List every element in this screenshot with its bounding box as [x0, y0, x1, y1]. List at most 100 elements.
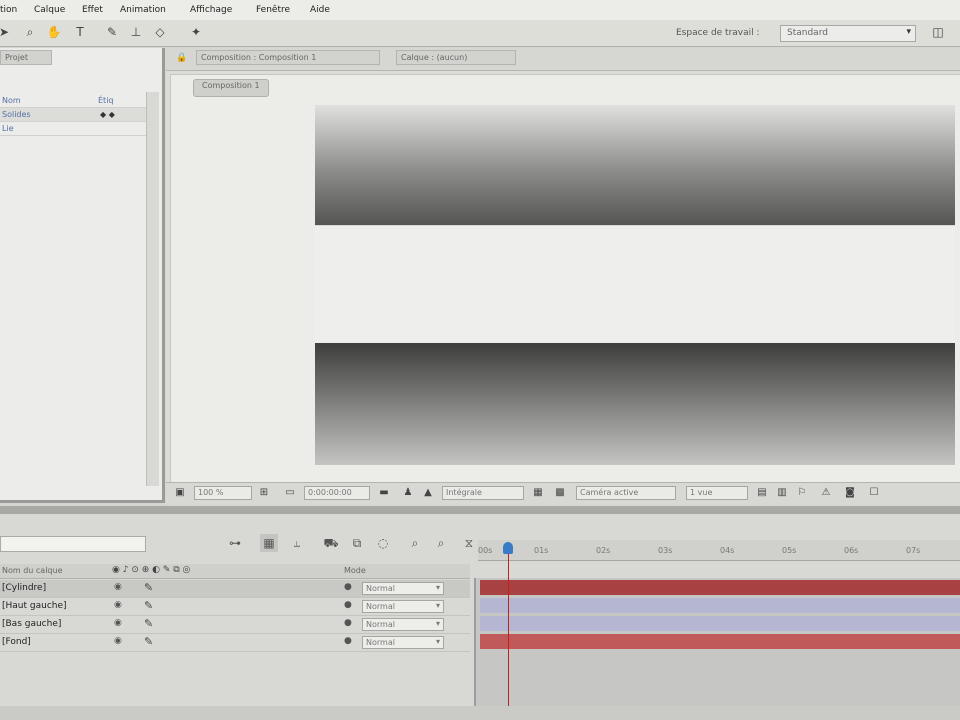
layer-solid-middle[interactable] [315, 225, 955, 344]
layer-name: [Bas gauche] [2, 619, 62, 629]
pen-icon[interactable]: ✎ [144, 635, 153, 648]
blend-mode-dropdown[interactable]: Normal ▾ [362, 636, 444, 649]
comp-breadcrumb[interactable]: Composition 1 [193, 79, 269, 97]
table-row[interactable]: [Bas gauche] ◉ ✎ ● Normal ▾ [0, 616, 470, 634]
panel-divider[interactable] [0, 506, 960, 514]
ruler-tick: 06s [844, 546, 859, 555]
puppet-icon[interactable]: ✦ [188, 24, 204, 40]
show-snapshot-icon[interactable]: ♟ [402, 487, 414, 499]
timeline-search-input[interactable] [0, 536, 146, 552]
ruler-tick: 00s [478, 546, 493, 555]
time-ruler[interactable]: 00s 01s 02s 03s 04s 05s 06s 07s [478, 540, 960, 561]
snapshot-icon[interactable]: ▬ [378, 487, 390, 499]
table-row[interactable]: [Fond] ◉ ✎ ● Normal ▾ [0, 634, 470, 652]
eraser-icon[interactable]: ◇ [152, 24, 168, 40]
mask-icon[interactable]: ▭ [284, 487, 296, 499]
render-icon[interactable]: ▤ [756, 487, 768, 499]
pen-icon[interactable]: ✎ [144, 581, 153, 594]
list-item[interactable]: Lie [0, 122, 146, 136]
menu-item-calque[interactable]: Calque [34, 5, 65, 15]
resolution-dropdown[interactable]: Intégrale [442, 486, 524, 500]
brainstorm-icon[interactable]: ⌕ [406, 534, 424, 552]
text-icon[interactable]: T [72, 24, 88, 40]
solo-icon[interactable]: ● [344, 618, 352, 628]
menu-item-aide[interactable]: Aide [310, 5, 330, 15]
workspace-dropdown[interactable]: Standard ▾ [780, 25, 916, 42]
shy-icon[interactable]: ⥿ [288, 534, 306, 552]
tools-toolbar: ➤ ⌕ ✋ T ✎ ⊥ ◇ ✦ Espace de travail : Stan… [0, 20, 960, 47]
tab-layer[interactable]: Calque : (aucun) [396, 50, 516, 65]
list-item[interactable]: Nom Étiq [0, 94, 146, 108]
timecode-display[interactable]: 0:00:00:00 [304, 486, 370, 500]
channel-icon[interactable]: ▲ [422, 487, 434, 499]
eye-icon[interactable]: ◉ [114, 636, 122, 646]
panel-menu-icon[interactable]: ◫ [930, 24, 946, 40]
pixel-aspect-icon[interactable]: ▥ [776, 487, 788, 499]
solo-icon[interactable]: ● [344, 582, 352, 592]
keyframe-icon[interactable]: ⌕ [432, 534, 450, 552]
blend-mode-dropdown[interactable]: Normal ▾ [362, 600, 444, 613]
arrow-icon[interactable]: ➤ [0, 24, 12, 40]
blend-mode-dropdown[interactable]: Normal ▾ [362, 582, 444, 595]
zoom-icon[interactable]: ⌕ [22, 24, 38, 40]
layer-name: [Fond] [2, 637, 31, 647]
region-icon[interactable]: ▦ [532, 487, 544, 499]
layer-duration-bar[interactable] [480, 616, 960, 631]
list-item[interactable]: Solides ◆ ◆ [0, 108, 146, 122]
eye-icon[interactable]: ◉ [114, 600, 122, 610]
always-preview-icon[interactable]: ▣ [174, 487, 186, 499]
project-item-name: Lie [2, 124, 14, 133]
chevron-down-icon: ▾ [435, 619, 440, 628]
fast-preview-icon[interactable]: ⚐ [796, 487, 808, 499]
menu-item-fenetre[interactable]: Fenêtre [256, 5, 290, 15]
timeline-icon[interactable]: ⚠ [820, 487, 832, 499]
layer-cylinder-top[interactable] [315, 105, 955, 225]
menu-item-composition[interactable]: tion [0, 5, 17, 15]
graph-editor-icon[interactable]: ◌ [374, 534, 392, 552]
zoom-dropdown[interactable]: 100 % [194, 486, 252, 500]
frame-blend-icon[interactable]: ⛟ [322, 534, 340, 552]
flowchart-icon[interactable]: ◙ [844, 487, 856, 499]
layer-duration-bar[interactable] [480, 580, 960, 595]
project-scrollbar[interactable] [146, 92, 159, 486]
stamp-icon[interactable]: ⊥ [128, 24, 144, 40]
blend-mode-dropdown[interactable]: Normal ▾ [362, 618, 444, 631]
eye-icon[interactable]: ◉ [114, 618, 122, 628]
brush-icon[interactable]: ✎ [104, 24, 120, 40]
menu-item-effet[interactable]: Effet [82, 5, 103, 15]
playhead-handle[interactable] [503, 542, 513, 554]
draft-3d-icon[interactable]: ▦ [260, 534, 278, 552]
layer-cylinder-bottom[interactable] [315, 343, 955, 465]
workspace-value: Standard [787, 28, 828, 38]
solo-icon[interactable]: ● [344, 636, 352, 646]
pen-icon[interactable]: ✎ [144, 599, 153, 612]
switches-icon[interactable]: ◉ ♪ ⊙ ⊕ ◐ ✎ ⧉ ◎ [112, 565, 190, 575]
views-dropdown[interactable]: 1 vue [686, 486, 748, 500]
table-row[interactable]: [Cylindre] ◉ ✎ ● Normal ▾ [0, 580, 470, 598]
column-header-mode: Mode [344, 566, 366, 575]
blend-mode-value: Normal [366, 584, 395, 593]
comp-mini-flowchart-icon[interactable]: ⊶ [226, 534, 244, 552]
composition-footer: ▣ 100 % ⊞ ▭ 0:00:00:00 ▬ ♟ ▲ Intégrale ▦… [166, 482, 960, 505]
tab-composition[interactable]: Composition : Composition 1 [196, 50, 380, 65]
layer-duration-bar[interactable] [480, 598, 960, 613]
solo-icon[interactable]: ● [344, 600, 352, 610]
exposure-icon[interactable]: ☐ [868, 487, 880, 499]
playhead-line [508, 542, 509, 720]
composition-viewer[interactable]: Composition 1 [170, 74, 960, 488]
tab-project[interactable]: Projet [0, 50, 52, 65]
hand-icon[interactable]: ✋ [46, 24, 62, 40]
work-area-icon[interactable]: ⧖ [460, 534, 478, 552]
table-row[interactable]: [Haut gauche] ◉ ✎ ● Normal ▾ [0, 598, 470, 616]
motion-blur-icon[interactable]: ⧉ [348, 534, 366, 552]
lock-icon[interactable]: 🔒 [176, 53, 187, 63]
menu-item-animation[interactable]: Animation [120, 5, 166, 15]
eye-icon[interactable]: ◉ [114, 582, 122, 592]
camera-dropdown[interactable]: Caméra active [576, 486, 676, 500]
project-panel: Projet Nom Étiq Solides ◆ ◆ Lie [0, 48, 165, 503]
layer-duration-bar[interactable] [480, 634, 960, 649]
menu-item-affichage[interactable]: Affichage [190, 5, 232, 15]
transparency-icon[interactable]: ▩ [554, 487, 566, 499]
grid-icon[interactable]: ⊞ [258, 487, 270, 499]
pen-icon[interactable]: ✎ [144, 617, 153, 630]
